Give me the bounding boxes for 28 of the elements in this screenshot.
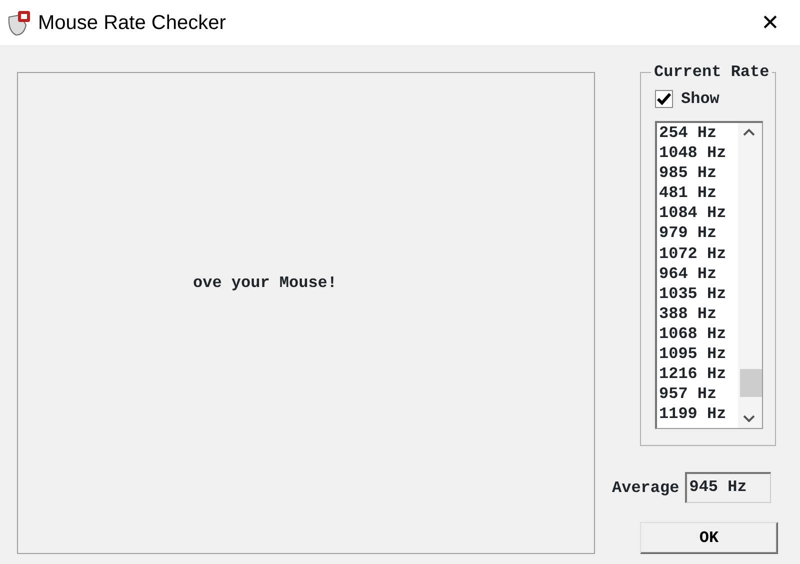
checkbox-label: Show bbox=[681, 89, 720, 110]
average-label: Average bbox=[612, 478, 680, 498]
rate-item[interactable]: 388 Hz bbox=[659, 304, 717, 324]
rate-item[interactable]: 979 Hz bbox=[659, 223, 717, 244]
window-title: Mouse Rate Checker bbox=[38, 10, 226, 36]
canvas-message: ove your Mouse! bbox=[192, 273, 338, 294]
rate-item[interactable]: 1035 Hz bbox=[659, 284, 726, 304]
ok-button[interactable]: OK bbox=[640, 522, 778, 554]
rate-item[interactable]: 254 Hz bbox=[659, 123, 717, 144]
scroll-up-icon[interactable] bbox=[742, 127, 756, 137]
rate-item[interactable]: 985 Hz bbox=[659, 163, 717, 184]
scrollbar[interactable] bbox=[738, 123, 762, 428]
rate-item[interactable]: 1084 Hz bbox=[659, 203, 726, 224]
show-checkbox[interactable] bbox=[655, 90, 673, 108]
average-field: 945 Hz bbox=[685, 472, 772, 503]
rate-item[interactable]: 1072 Hz bbox=[659, 244, 726, 264]
rate-item[interactable]: 957 Hz bbox=[659, 384, 717, 404]
rate-item[interactable]: 1199 Hz bbox=[659, 404, 726, 424]
rate-item[interactable]: 1068 Hz bbox=[659, 324, 726, 344]
scroll-thumb[interactable] bbox=[740, 369, 762, 397]
rate-item[interactable]: 964 Hz bbox=[659, 264, 717, 284]
rate-item[interactable]: 1095 Hz bbox=[659, 344, 726, 364]
scroll-down-icon[interactable] bbox=[742, 414, 756, 424]
rate-item[interactable]: 481 Hz bbox=[659, 183, 717, 204]
rate-item[interactable]: 1216 Hz bbox=[659, 364, 726, 384]
rate-item[interactable]: 1048 Hz bbox=[659, 143, 726, 164]
mouse-icon bbox=[6, 8, 32, 36]
rate-list[interactable]: 254 Hz 1048 Hz 985 Hz 481 Hz 1084 Hz 979 Hz 1072 Hz 964 Hz 1035 Hz 388 Hz 1068 Hz 1095 Hz 1216 Hz 957 Hz 1199 Hz bbox=[655, 121, 763, 429]
